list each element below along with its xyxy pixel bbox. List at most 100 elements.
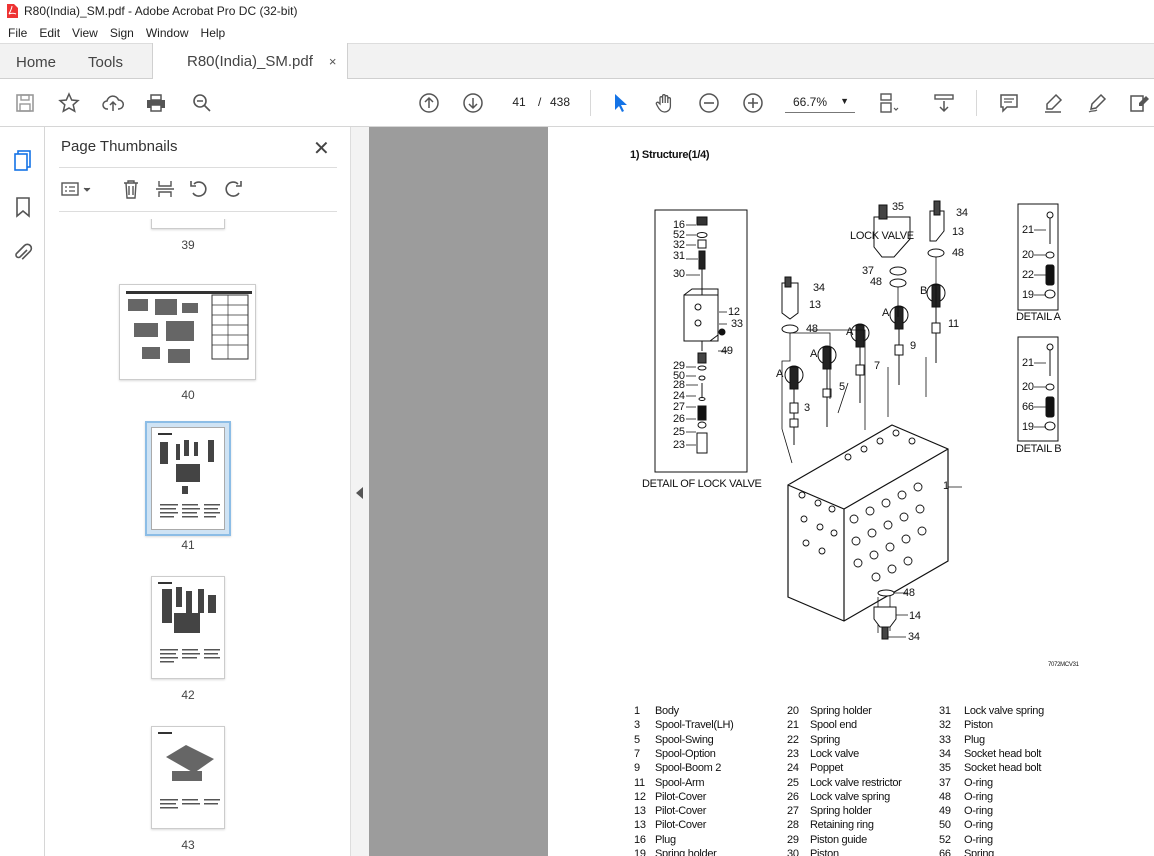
callout: 34 [908, 631, 920, 643]
window-title: R80(India)_SM.pdf - Adobe Acrobat Pro DC… [24, 4, 298, 18]
legend-description: Spool end [810, 719, 857, 732]
collapse-panel-arrow-icon[interactable] [356, 487, 363, 499]
legend-number: 30 [787, 848, 799, 856]
callout: 19 [1022, 289, 1034, 301]
thumbnail-label: 41 [181, 538, 195, 552]
thumbnail-page[interactable] [119, 284, 256, 380]
legend-number: 50 [939, 819, 951, 832]
legend-description: Retaining ring [810, 819, 874, 832]
sign-pen-icon[interactable] [1085, 91, 1109, 115]
figure-code: 7072MCV31 [1048, 662, 1079, 668]
delete-page-icon[interactable] [119, 178, 143, 200]
callout: 21 [1022, 224, 1034, 236]
extract-pages-icon[interactable] [153, 178, 177, 200]
legend-number: 12 [634, 790, 646, 803]
legend-description: Spool-Swing [655, 733, 714, 746]
tab-home-label: Home [16, 53, 57, 71]
legend-description: Lock valve [810, 747, 859, 760]
tab-tools[interactable]: Tools [88, 44, 123, 80]
legend-number: 23 [787, 747, 799, 760]
spool-letter: A [810, 348, 818, 360]
menu-help[interactable]: Help [195, 26, 232, 40]
legend-description: Spring holder [655, 848, 717, 856]
zoom-search-icon[interactable] [190, 91, 214, 115]
callout: 34 [956, 207, 968, 219]
callout: 48 [806, 323, 818, 335]
next-page-icon[interactable] [461, 91, 485, 115]
zoom-out-icon[interactable] [697, 91, 721, 115]
legend-description: Pilot-Cover [655, 790, 707, 803]
menu-view[interactable]: View [66, 26, 104, 40]
thumbnail-preview [126, 291, 252, 363]
page-number-input[interactable]: 41 [505, 91, 533, 113]
legend-description: Socket head bolt [964, 747, 1042, 760]
rotate-counterclockwise-icon[interactable] [187, 178, 211, 200]
menu-window[interactable]: Window [140, 26, 195, 40]
close-panel-icon[interactable]: ✕ [313, 136, 330, 161]
tab-document-label: R80(India)_SM.pdf [187, 53, 313, 70]
legend-description: O-ring [964, 833, 993, 846]
callout: 12 [728, 306, 740, 318]
rotate-clockwise-icon[interactable] [221, 178, 245, 200]
thumbnail-page-selected[interactable] [145, 421, 231, 536]
page-thumbnails-icon[interactable] [12, 149, 34, 171]
thumbnail-page[interactable] [151, 219, 225, 229]
print-icon[interactable] [144, 91, 168, 115]
panel-title: Page Thumbnails [61, 138, 178, 155]
acrobat-pdf-icon [7, 4, 18, 18]
highlight-pen-icon[interactable] [1041, 91, 1065, 115]
thumbnail-list: 39 40 41 42 43 [59, 219, 327, 854]
legend-description: Spring holder [810, 705, 872, 717]
toolbar [0, 79, 1154, 127]
thumbnail-options-menu[interactable] [59, 178, 95, 200]
document-viewport[interactable]: 1) Structure(1/4) 16 52 32 31 30 12 33 4… [369, 127, 1154, 856]
legend-number: 9 [634, 762, 640, 775]
upload-cloud-icon[interactable] [101, 91, 125, 115]
tab-home[interactable]: Home [16, 44, 56, 80]
hand-tool-icon[interactable] [653, 91, 677, 115]
callout: 27 [673, 401, 685, 413]
thumbnail-page[interactable] [151, 726, 225, 829]
panel-splitter[interactable] [350, 127, 369, 856]
callout: 30 [673, 268, 685, 280]
spool-letter: A [882, 307, 890, 319]
legend-description: Poppet [810, 762, 844, 775]
legend-number: 34 [939, 747, 951, 760]
legend-number: 48 [939, 790, 951, 803]
save-icon[interactable] [13, 91, 37, 115]
scroll-mode-icon[interactable] [932, 91, 956, 115]
zoom-in-icon[interactable] [741, 91, 765, 115]
legend-number: 29 [787, 833, 799, 846]
legend-number: 22 [787, 733, 799, 746]
bookmarks-icon[interactable] [12, 196, 34, 218]
menu-sign[interactable]: Sign [104, 26, 140, 40]
thumbnail-page[interactable] [151, 576, 225, 679]
page-fit-icon[interactable] [876, 91, 900, 115]
close-tab-icon[interactable]: × [329, 54, 337, 69]
previous-page-icon[interactable] [417, 91, 441, 115]
thumbnail-panel: Page Thumbnails ✕ 39 40 41 42 43 [45, 127, 387, 856]
left-rail [0, 127, 45, 856]
callout: 5 [839, 381, 845, 393]
callout: 20 [1022, 249, 1034, 261]
menu-file[interactable]: File [2, 26, 33, 40]
attachments-paperclip-icon[interactable] [12, 242, 34, 264]
callout: 31 [673, 250, 685, 262]
bookmark-star-icon[interactable] [57, 91, 81, 115]
zoom-select[interactable]: 66.7% ▼ [785, 91, 855, 113]
legend-number: 13 [634, 805, 646, 818]
legend-description: Lock valve spring [964, 705, 1044, 717]
chevron-down-icon: ▼ [840, 96, 849, 106]
legend-description: Spool-Boom 2 [655, 762, 722, 775]
tab-document[interactable]: R80(India)_SM.pdf × [152, 43, 348, 80]
comment-icon[interactable] [997, 91, 1021, 115]
exploded-diagram [654, 200, 1059, 640]
pdf-page: 1) Structure(1/4) 16 52 32 31 30 12 33 4… [548, 127, 1154, 856]
select-cursor-icon[interactable] [608, 91, 632, 115]
edit-pdf-icon[interactable] [1128, 91, 1152, 115]
legend-number: 3 [634, 719, 640, 732]
spool-letter: A [846, 326, 854, 338]
menu-edit[interactable]: Edit [33, 26, 66, 40]
legend-description: O-ring [964, 776, 993, 789]
detail-b-caption: DETAIL B [1016, 443, 1062, 455]
